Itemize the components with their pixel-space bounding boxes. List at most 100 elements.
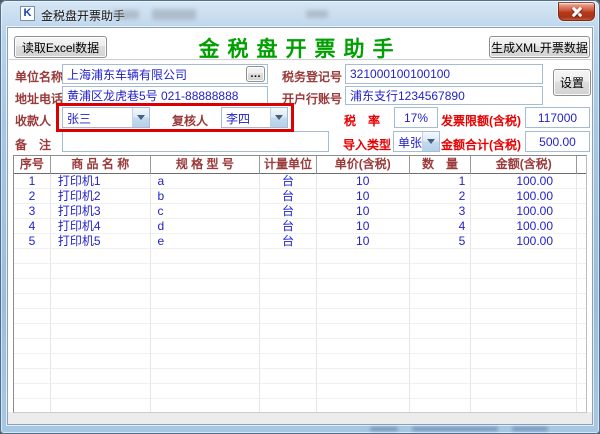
payee-combobox[interactable]: 张三 [62,107,150,128]
chevron-down-icon[interactable] [422,132,439,151]
table-cell[interactable]: 打印机5 [51,234,151,249]
table-row [14,294,586,309]
table-cell[interactable]: 100.00 [471,219,577,234]
table-cell [317,309,410,324]
table-cell[interactable]: 100.00 [471,234,577,249]
table-cell [577,399,586,413]
remarks-input[interactable] [62,131,329,152]
invoice-limit-input[interactable] [525,107,590,128]
generate-xml-button[interactable]: 生成XML开票数据 [489,36,590,58]
tax-rate-input[interactable] [394,107,438,128]
table-cell[interactable] [577,174,586,189]
reviewer-combobox[interactable]: 李四 [221,107,288,128]
table-cell[interactable]: 100.00 [471,204,577,219]
table-cell[interactable]: 4 [14,219,51,234]
table-cell [471,279,577,294]
table-cell[interactable]: 打印机3 [51,204,151,219]
table-cell[interactable]: 2 [410,189,472,204]
tax-rate-label: 税 率 [344,112,380,129]
table-cell[interactable]: 10 [317,189,410,204]
table-row[interactable]: 5打印机5e台105100.00 [14,234,586,249]
table-cell[interactable]: 台 [260,174,317,189]
table-cell[interactable]: 台 [260,234,317,249]
browse-button[interactable]: … [246,66,265,82]
items-table[interactable]: 序号商 品 名 称规 格 型 号计量单位单价(含税)数 量金额(含税) 1打印机… [13,155,587,413]
table-cell[interactable]: 1 [14,174,51,189]
table-cell[interactable]: 4 [410,219,472,234]
table-cell[interactable]: 10 [317,204,410,219]
table-cell [471,264,577,279]
table-cell[interactable]: e [151,234,261,249]
table-cell [260,264,317,279]
import-type-combobox[interactable]: 单张 [393,131,440,152]
table-cell [577,324,586,339]
table-cell [51,354,151,369]
table-cell [410,369,472,384]
table-cell[interactable]: 10 [317,234,410,249]
table-cell [151,354,261,369]
table-cell[interactable] [577,234,586,249]
table-cell[interactable]: 10 [317,219,410,234]
table-cell[interactable]: c [151,204,261,219]
table-cell[interactable]: 2 [14,189,51,204]
company-name-input[interactable] [62,64,268,84]
table-cell[interactable]: 打印机2 [51,189,151,204]
table-cell [410,279,472,294]
table-cell[interactable]: a [151,174,261,189]
table-cell[interactable]: 台 [260,189,317,204]
tax-reg-input[interactable] [345,64,543,84]
table-cell[interactable]: 100.00 [471,189,577,204]
table-cell [14,294,51,309]
table-cell[interactable]: 3 [410,204,472,219]
chevron-down-icon[interactable] [270,108,287,127]
table-cell[interactable]: 1 [410,174,472,189]
close-button[interactable] [558,2,595,21]
divider [9,59,591,61]
table-cell [260,309,317,324]
table-cell [410,294,472,309]
settings-button[interactable]: 设置 [553,69,591,96]
table-cell [410,354,472,369]
redacted-text [412,427,498,431]
bank-account-input[interactable] [345,86,543,105]
total-amount-input[interactable] [525,131,590,152]
table-cell [471,249,577,264]
reviewer-label: 复核人 [172,112,208,129]
table-cell[interactable]: 台 [260,204,317,219]
table-cell[interactable]: 5 [410,234,472,249]
table-cell [14,279,51,294]
table-row[interactable]: 3打印机3c台103100.00 [14,204,586,219]
table-cell[interactable]: b [151,189,261,204]
table-row [14,249,586,264]
title-bar[interactable]: K 金税盘开票助手 [0,0,600,27]
table-cell [410,399,472,413]
table-cell [577,354,586,369]
table-cell [471,324,577,339]
table-row[interactable]: 2打印机2b台102100.00 [14,189,586,204]
table-cell [471,369,577,384]
address-label: 地址电话 [15,90,63,107]
table-cell [471,294,577,309]
app-window: K 金税盘开票助手 读取Excel数据 金税盘开票助手 生成XML开票数据 单位… [0,0,600,434]
table-row[interactable]: 1打印机1a台101100.00 [14,174,586,189]
table-cell[interactable] [577,219,586,234]
table-cell [51,309,151,324]
table-cell[interactable] [577,204,586,219]
table-cell[interactable]: 打印机1 [51,174,151,189]
table-header-row: 序号商 品 名 称规 格 型 号计量单位单价(含税)数 量金额(含税) [14,156,586,174]
read-excel-button[interactable]: 读取Excel数据 [14,36,107,58]
table-cell[interactable] [577,189,586,204]
table-cell[interactable]: 10 [317,174,410,189]
table-row[interactable]: 4打印机4d台104100.00 [14,219,586,234]
table-cell[interactable]: d [151,219,261,234]
table-row [14,399,586,413]
table-cell[interactable]: 打印机4 [51,219,151,234]
table-cell[interactable]: 台 [260,219,317,234]
table-cell[interactable]: 5 [14,234,51,249]
address-input[interactable] [62,86,268,105]
table-cell[interactable]: 3 [14,204,51,219]
chevron-down-icon[interactable] [132,108,149,127]
table-cell[interactable]: 100.00 [471,174,577,189]
total-amount-label: 金额合计(含税) [441,136,521,153]
table-cell [14,339,51,354]
